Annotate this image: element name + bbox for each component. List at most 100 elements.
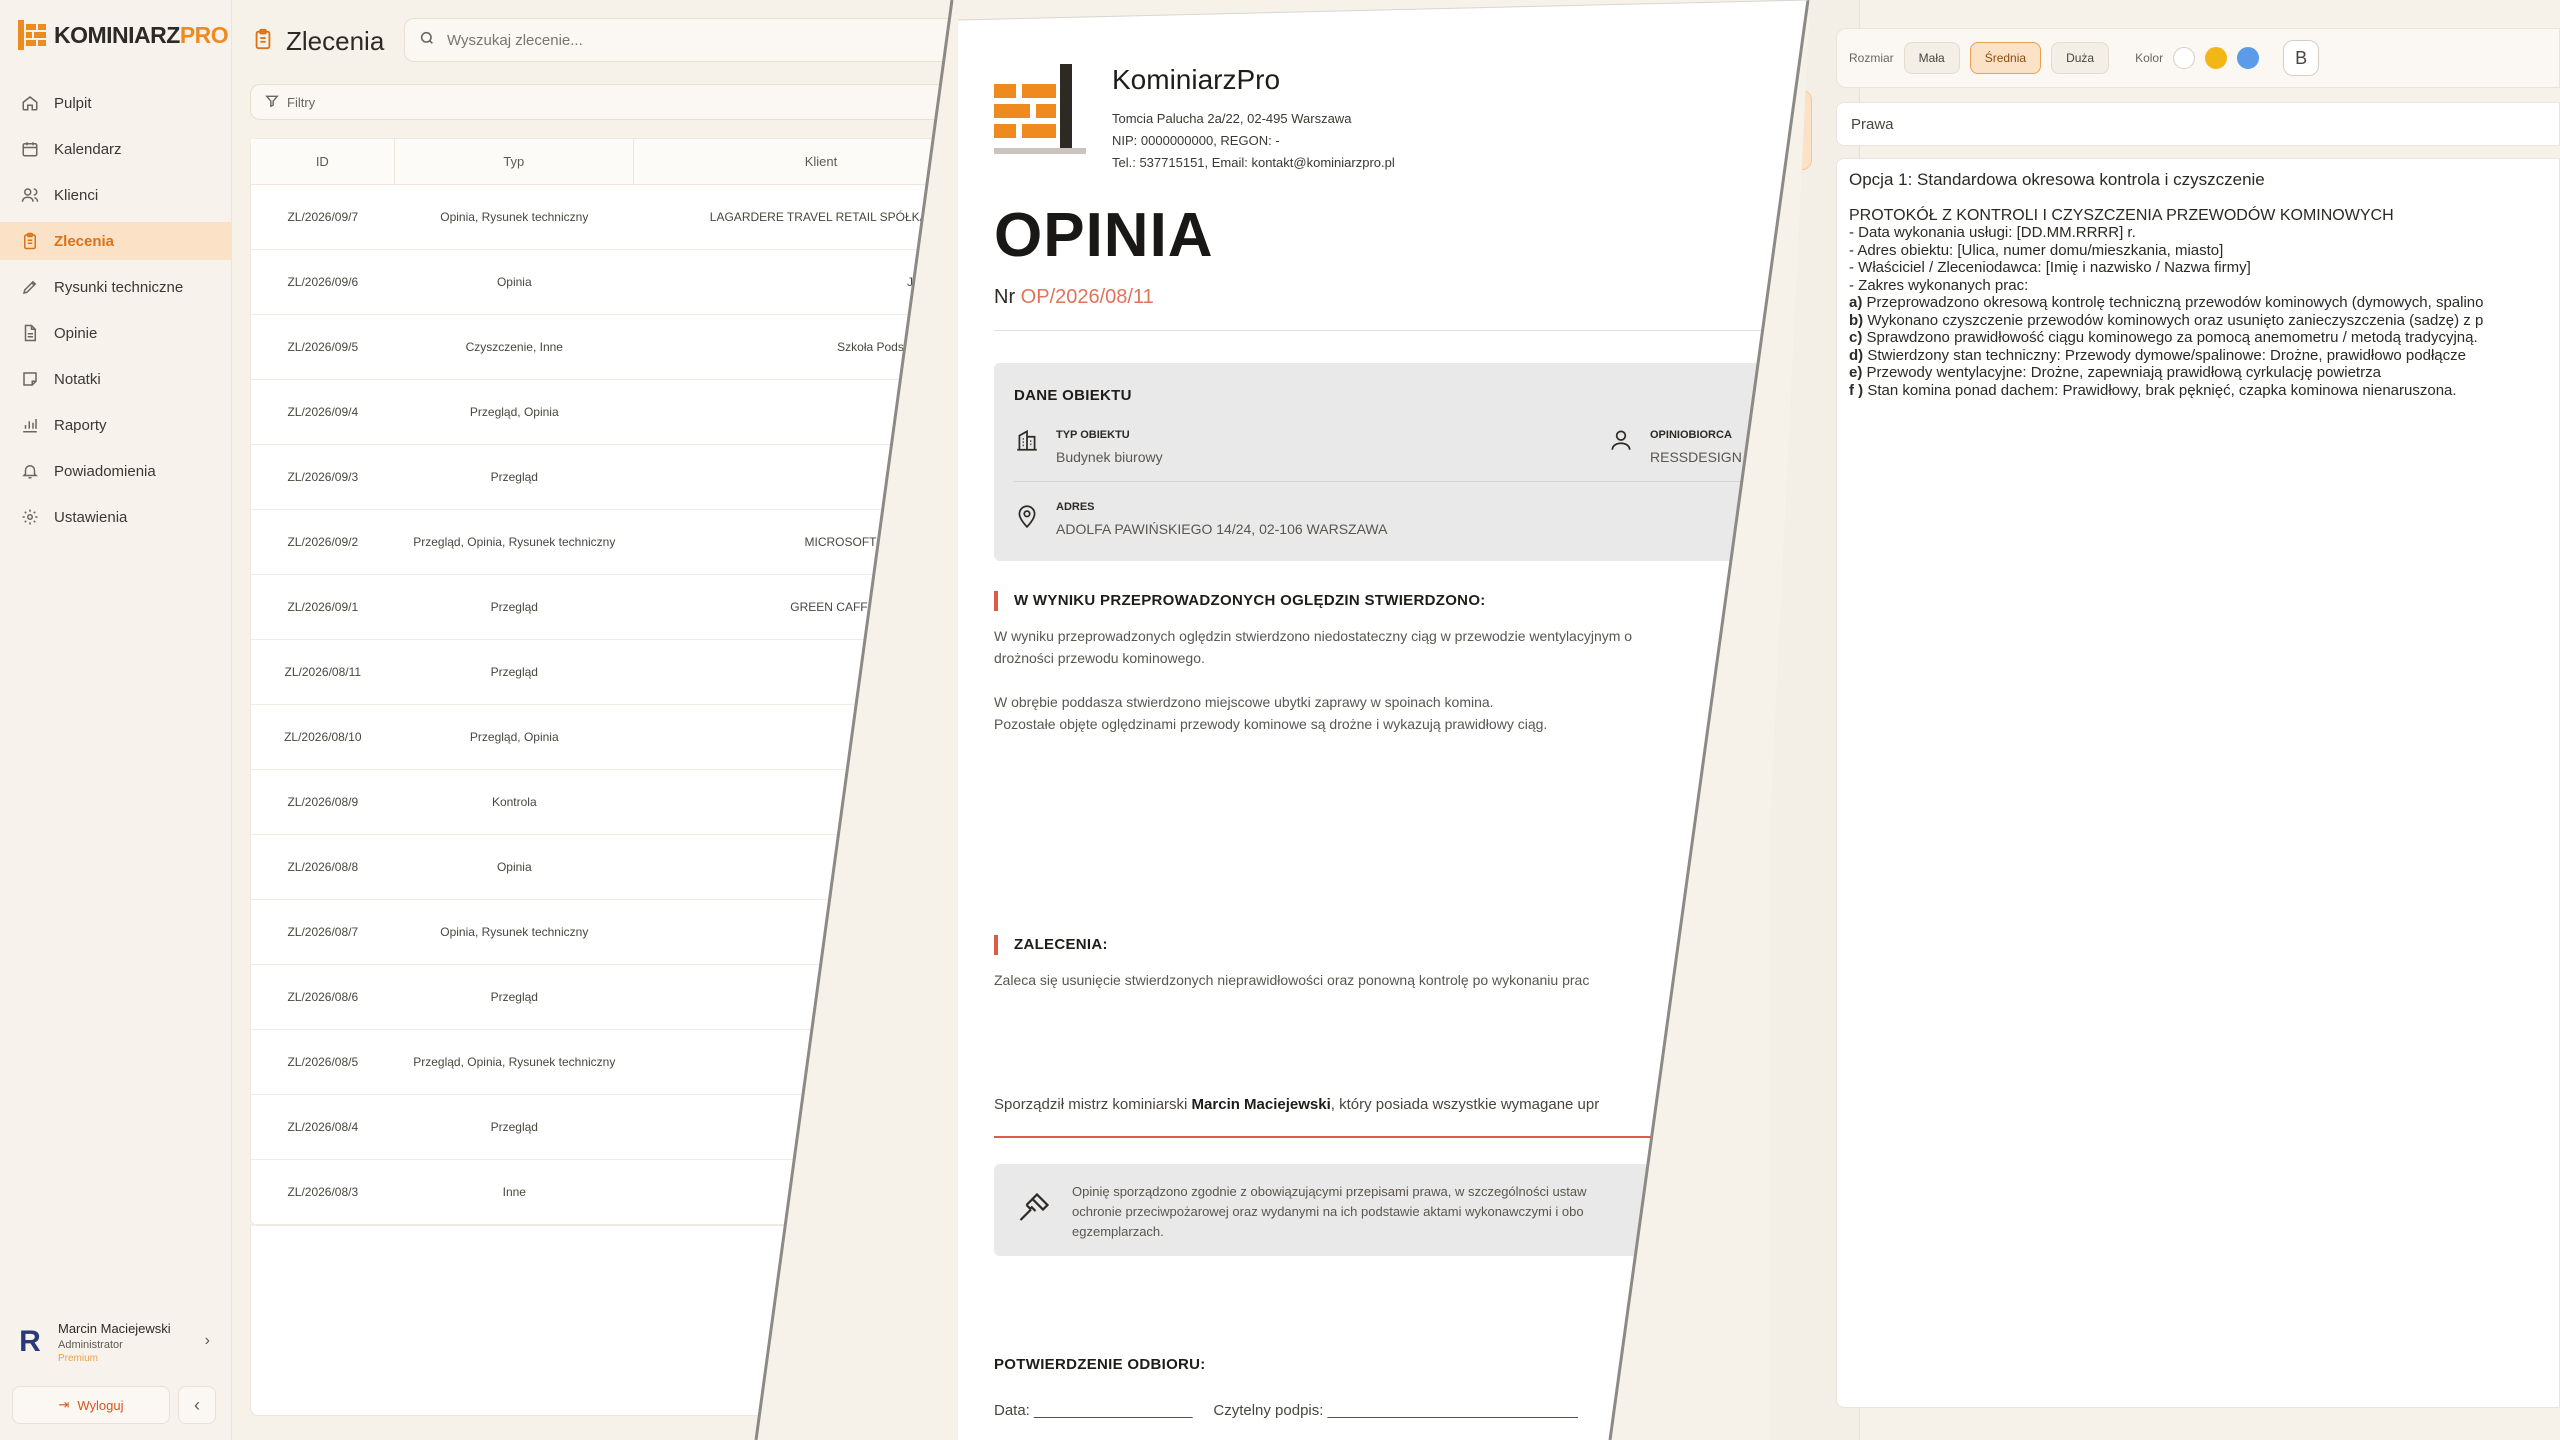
color-swatch-blue[interactable]: [2237, 47, 2260, 69]
orders-table: ID Typ Klient ZL/2026/09/7 Opinia, Rysune…: [250, 138, 952, 1226]
table-row[interactable]: ZL/2026/09/7 Opinia, Rysunek techniczny LA…: [251, 185, 952, 250]
size-large-button[interactable]: Duża: [2051, 42, 2110, 74]
order-type-cell: Opinia, Rysunek techniczny: [440, 210, 589, 224]
clipboard-icon: [20, 231, 40, 251]
sidebar-item-label: Notatki: [54, 370, 101, 388]
building-icon: [1014, 427, 1040, 458]
table-row[interactable]: ZL/2026/09/1 Przegląd GREEN CAFFE NERO SPÓ…: [251, 575, 952, 640]
document-number-label: Nr: [994, 286, 1016, 308]
alignment-select[interactable]: Prawa: [1836, 102, 2560, 146]
order-client-cell: [634, 1160, 952, 1224]
receipt-confirmation-fields: Data: ___________________ Czytelny podpi…: [994, 1402, 1578, 1419]
editor-item: f ) Stan komina ponad dachem: Prawidłowy…: [1849, 382, 2559, 400]
color-swatch-yellow[interactable]: [2205, 47, 2228, 69]
sidebar-item-label: Opinie: [54, 324, 98, 342]
logout-button[interactable]: ⇥ Wyloguj: [12, 1386, 170, 1424]
opinion-document: KominiarzPro Tomcia Palucha 2a/22, 02-49…: [958, 0, 1808, 1440]
sidebar-item-ustawienia[interactable]: Ustawienia: [0, 498, 232, 536]
collapse-sidebar-button[interactable]: ‹: [178, 1386, 216, 1424]
user-plan: Premium: [58, 1352, 99, 1364]
sidebar-item-zlecenia[interactable]: Zlecenia: [0, 222, 232, 260]
sidebar-item-kalendarz[interactable]: Kalendarz: [0, 130, 232, 168]
column-header-typ[interactable]: Typ: [395, 139, 634, 184]
color-label: Kolor: [2135, 51, 2164, 65]
editor-line: - Właściciel / Zleceniodawca: [Imię i na…: [1849, 259, 2251, 276]
app-name: KOMINIARZPRO: [54, 22, 229, 49]
sidebar-nav: Pulpit Kalendarz Klienci Zlecenia Rysunk…: [0, 84, 232, 544]
paragraph-line: drożności przewodu kominowego.: [994, 650, 1205, 666]
order-id-cell: ZL/2026/09/6: [287, 275, 359, 289]
address-label: ADRES: [1056, 501, 1095, 513]
order-type-cell: Opinia: [496, 275, 532, 289]
chevron-right-icon: ›: [204, 1332, 210, 1349]
filters-button[interactable]: Filtry: [250, 84, 952, 120]
search-input[interactable]: [447, 31, 947, 49]
recommendations-text: Zaleca się usunięcie stwierdzonych niepr…: [994, 972, 1590, 988]
pencil-icon: [20, 277, 40, 297]
clipboard-icon: [252, 28, 274, 55]
object-type-value: Budynek biurowy: [1056, 449, 1163, 465]
sidebar-item-klienci[interactable]: Klienci: [0, 176, 232, 214]
recommendations-heading: ZALECENIA:: [994, 935, 1108, 955]
app-logo[interactable]: KOMINIARZPRO: [18, 20, 229, 50]
user-name: Marcin Maciejewski: [58, 1320, 171, 1336]
editor-item-key: e): [1849, 364, 1863, 381]
address-line: Tomcia Palucha 2a/22, 02-495 Warszawa: [1112, 111, 1352, 126]
user-info: Marcin Maciejewski Administrator Premium: [58, 1321, 171, 1364]
page-title: Zlecenia: [286, 26, 385, 56]
sidebar-item-rysunki[interactable]: Rysunki techniczne: [0, 268, 232, 306]
editor-item-text: Sprawdzono prawidłowość ciągu kominowego…: [1866, 329, 2478, 346]
address-value: ADOLFA PAWIŃSKIEGO 14/24, 02-106 WARSZAW…: [1056, 521, 1388, 537]
chimney-logo-icon: [994, 62, 1086, 158]
table-row[interactable]: ZL/2026/08/7 Opinia, Rysunek techniczny K: [251, 900, 952, 965]
sidebar-item-pulpit[interactable]: Pulpit: [0, 84, 232, 122]
order-type-cell: Czyszczenie, Inne: [465, 340, 563, 354]
size-medium-button[interactable]: Średnia: [1969, 42, 2042, 74]
sidebar-item-label: Pulpit: [54, 94, 92, 112]
order-id-cell: ZL/2026/08/6: [287, 990, 359, 1004]
table-row[interactable]: ZL/2026/08/4 Przegląd S: [251, 1095, 952, 1160]
editor-line: - Zakres wykonanych prac:: [1849, 276, 2029, 294]
editor-item-key: c): [1849, 329, 1863, 346]
bar-chart-icon: [20, 415, 40, 435]
user-profile[interactable]: R Marcin Maciejewski Administrator Premi…: [12, 1302, 220, 1382]
editor-screen: Rozmiar Mała Średnia Duża Kolor B Prawa …: [1740, 0, 2560, 1440]
table-row[interactable]: ZL/2026/09/4 Przegląd, Opinia Gracjan Sasi…: [251, 380, 952, 445]
legal-line: egzemplarzach.: [1072, 1224, 1164, 1239]
column-header-id[interactable]: ID: [251, 139, 395, 184]
sidebar-item-notatki[interactable]: Notatki: [0, 360, 232, 398]
divider: [1014, 481, 1794, 482]
location-pin-icon: [1014, 503, 1040, 534]
table-row[interactable]: ZL/2026/09/2 Przegląd, Opinia, Rysunek te…: [251, 510, 952, 575]
table-row[interactable]: ZL/2026/08/9 Kontrola Jane: [251, 770, 952, 835]
findings-paragraph: W wyniku przeprowadzonych oględzin stwie…: [994, 625, 1794, 669]
paragraph-line: Pozostałe objęte oględzinami przewody ko…: [994, 716, 1548, 732]
sidebar-item-opinie[interactable]: Opinie: [0, 314, 232, 352]
table-row[interactable]: ZL/2026/09/5 Czyszczenie, Inne Szkoła Pods…: [251, 315, 952, 380]
orders-screen: KOMINIARZPRO Pulpit Kalendarz Klienci Zl…: [0, 0, 952, 1440]
sidebar-item-powiadomienia[interactable]: Powiadomienia: [0, 452, 232, 490]
paragraph-line: W wyniku przeprowadzonych oględzin stwie…: [994, 628, 1633, 644]
table-row[interactable]: ZL/2026/09/3 Przegląd Krystian G: [251, 445, 952, 510]
recipient-label: OPINIOBIORCA: [1650, 429, 1732, 441]
bold-button[interactable]: B: [2283, 40, 2320, 76]
table-row[interactable]: ZL/2026/08/11 Przegląd Krzysz: [251, 640, 952, 705]
text-editor[interactable]: Opcja 1: Standardowa okresowa kontrola i…: [1836, 158, 2560, 1408]
table-row[interactable]: ZL/2026/08/3 Inne: [251, 1160, 952, 1225]
color-swatch-white[interactable]: [2173, 47, 2196, 69]
signature-field: Czytelny podpis: _______________________…: [1213, 1402, 1578, 1419]
chevron-left-icon: ‹: [194, 1394, 200, 1415]
findings-paragraph: W obrębie poddasza stwierdzono miejscowe…: [994, 691, 1794, 735]
sidebar-item-raporty[interactable]: Raporty: [0, 406, 232, 444]
table-row[interactable]: ZL/2026/08/6 Przegląd: [251, 965, 952, 1030]
legal-line: ochronie przeciwpożarowej oraz wydanymi …: [1072, 1204, 1584, 1219]
table-row[interactable]: ZL/2026/08/5 Przegląd, Opinia, Rysunek te…: [251, 1030, 952, 1095]
document-number: Nr OP/2026/08/11: [994, 286, 1154, 309]
column-header-klient[interactable]: Klient: [634, 139, 952, 184]
table-row[interactable]: ZL/2026/08/8 Opinia Szkoła: [251, 835, 952, 900]
user-role: Administrator: [58, 1338, 123, 1351]
table-row[interactable]: ZL/2026/09/6 Opinia Janina Kowalska: [251, 250, 952, 315]
size-small-button[interactable]: Mała: [1903, 42, 1960, 74]
editor-item: d) Stwierdzony stan techniczny: Przewody…: [1849, 347, 2559, 365]
table-row[interactable]: ZL/2026/08/10 Przegląd, Opinia RESSDESIGNS…: [251, 705, 952, 770]
